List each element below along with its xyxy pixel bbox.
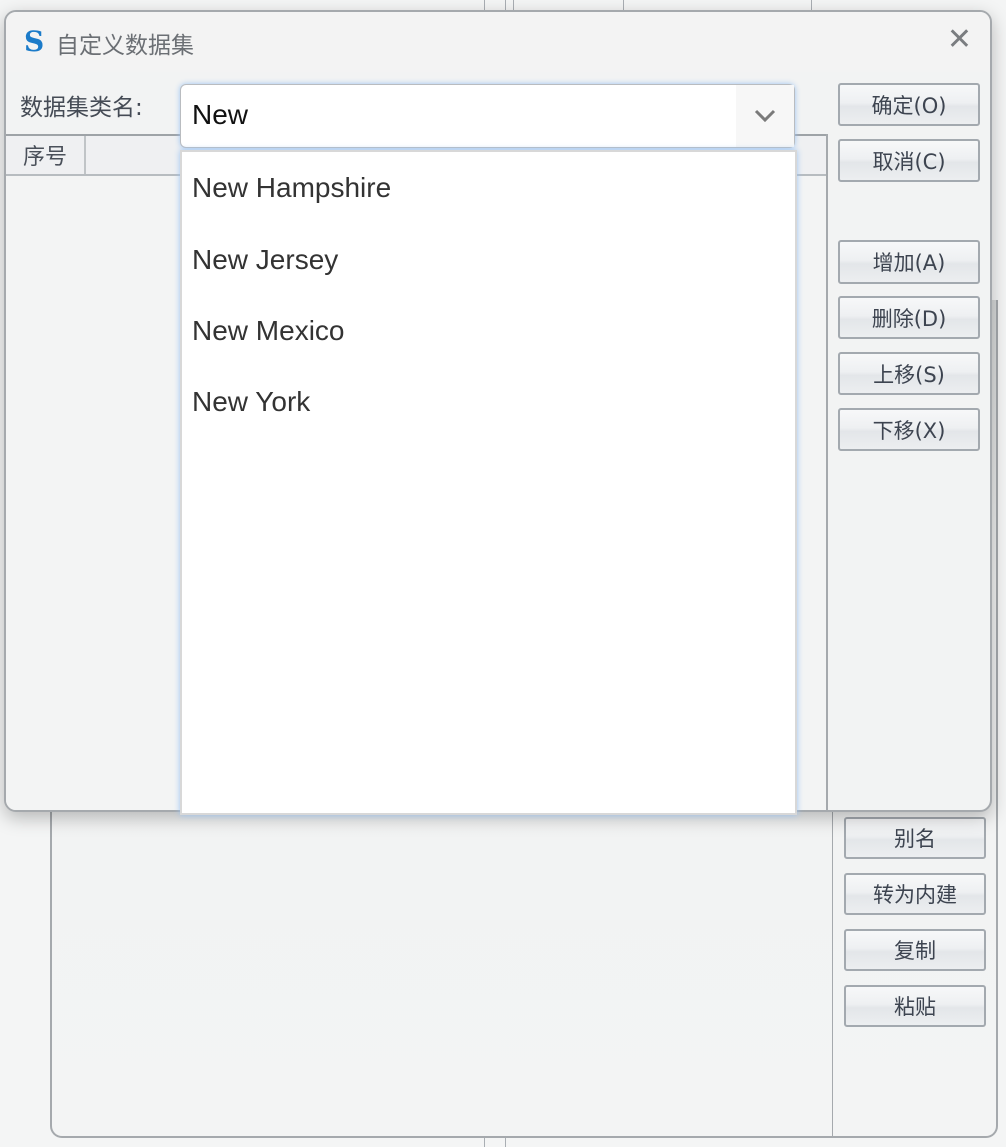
dropdown-option[interactable]: New Hampshire <box>182 152 795 224</box>
move-down-button[interactable]: 下移(X) <box>838 408 980 451</box>
title-bar: S 自定义数据集 ✕ <box>6 12 990 72</box>
app-logo: S <box>24 25 45 58</box>
column-header-index[interactable]: 序号 <box>6 136 86 174</box>
alias-button[interactable]: 别名 <box>844 817 986 859</box>
close-icon[interactable]: ✕ <box>947 22 972 57</box>
add-button[interactable]: 增加(A) <box>838 240 980 284</box>
autocomplete-dropdown: New Hampshire New Jersey New Mexico New … <box>180 150 797 815</box>
convert-builtin-button[interactable]: 转为内建 <box>844 873 986 915</box>
dropdown-option[interactable]: New Mexico <box>182 295 795 366</box>
chevron-down-icon[interactable] <box>736 85 794 147</box>
combo-value[interactable]: New <box>192 99 248 131</box>
dataset-name-combobox[interactable]: New <box>180 84 795 148</box>
paste-button[interactable]: 粘贴 <box>844 985 986 1027</box>
delete-button[interactable]: 删除(D) <box>838 296 980 339</box>
cancel-button[interactable]: 取消(C) <box>838 139 980 182</box>
dialog-title: 自定义数据集 <box>56 33 194 59</box>
move-up-button[interactable]: 上移(S) <box>838 352 980 395</box>
dropdown-option[interactable]: New York <box>182 366 795 437</box>
dropdown-option[interactable]: New Jersey <box>182 224 795 295</box>
copy-button[interactable]: 复制 <box>844 929 986 971</box>
panel-divider <box>826 134 828 810</box>
ok-button[interactable]: 确定(O) <box>838 83 980 126</box>
dataset-name-label: 数据集类名: <box>20 95 143 121</box>
